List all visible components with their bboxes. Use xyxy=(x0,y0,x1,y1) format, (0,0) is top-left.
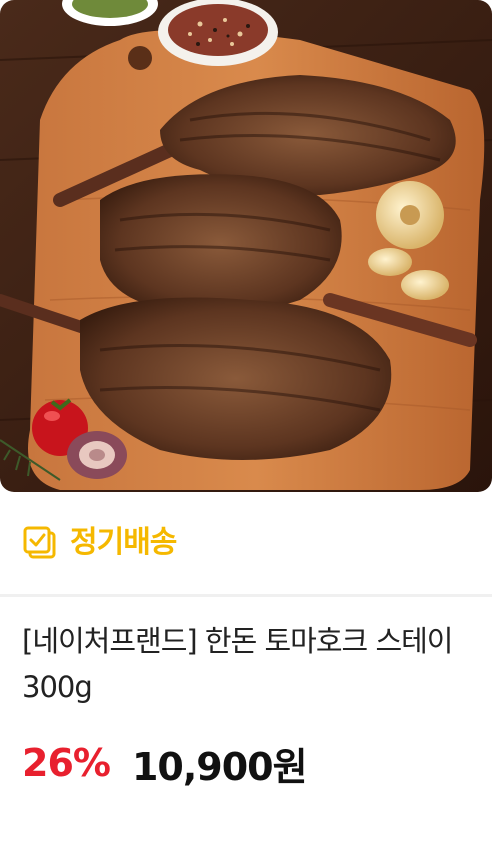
sale-price: 10,900원 xyxy=(131,744,308,789)
subscription-badge-label: 정기배송 xyxy=(70,525,177,560)
product-card[interactable]: 정기배송 [네이처프랜드] 한돈 토마호크 스테이 300g 26% 10,90… xyxy=(0,0,492,862)
section-divider xyxy=(0,594,492,597)
subscription-badge: 정기배송 xyxy=(22,520,177,566)
discount-rate: 26% xyxy=(22,741,111,785)
calendar-check-icon xyxy=(23,526,56,559)
product-title[interactable]: [네이처프랜드] 한돈 토마호크 스테이 300g xyxy=(22,618,477,710)
price-row: 26% 10,900원 xyxy=(22,738,308,789)
product-image[interactable] xyxy=(0,0,492,492)
